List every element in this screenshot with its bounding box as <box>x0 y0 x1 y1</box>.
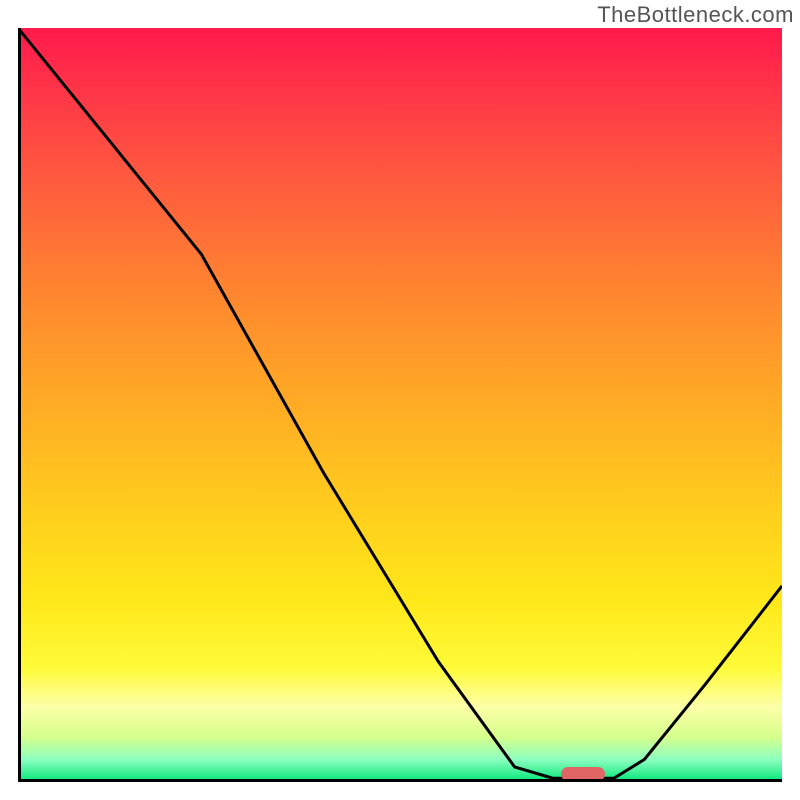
curve-path <box>18 28 782 778</box>
curve-line <box>18 28 782 782</box>
chart-stage: TheBottleneck.com <box>0 0 800 800</box>
watermark-text: TheBottleneck.com <box>597 2 794 28</box>
plot-area <box>18 28 782 782</box>
y-axis-line <box>18 28 21 782</box>
x-axis-line <box>18 779 782 782</box>
